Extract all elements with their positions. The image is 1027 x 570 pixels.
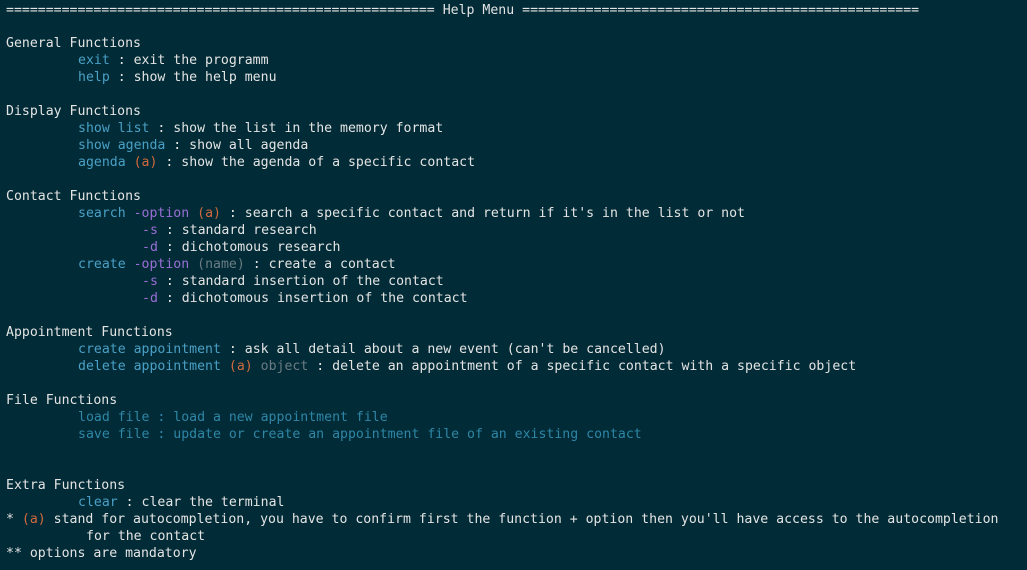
help-line-search: search -option (a) : search a specific c… [78,206,745,221]
command-agenda: agenda [78,155,126,170]
help-line-create: create -option (name) : create a contact [78,257,396,272]
description-show-list: show the list in the memory format [173,121,444,136]
help-line-search-s: -s : standard research [142,222,317,239]
description-delete-appointment: delete an appointment of a specific cont… [332,359,857,374]
description-show-agenda: show all agenda [189,138,309,153]
help-menu-header: ========================================… [6,2,919,19]
description-create: create a contact [268,257,396,272]
flag-s: -s [142,274,158,289]
terminal-window[interactable]: ========================================… [0,0,1027,570]
help-line-save-file: save file : update or create an appointm… [78,427,642,442]
name-arg: (name) [197,257,245,272]
command-help: help [78,70,110,85]
description-exit: exit the programm [133,53,269,68]
description-help: show the help menu [133,70,277,85]
command-clear: clear [78,495,118,510]
description-agenda: show the agenda of a specific contact [181,155,476,170]
header-rule-left: ========================================… [6,3,435,18]
section-title-appointment: Appointment Functions [6,325,173,340]
help-line-show-list: show list : show the list in the memory … [78,121,444,136]
help-line-show-agenda: show agenda : show all agenda [78,138,309,153]
autocomplete-arg: (a) [133,155,158,170]
description-create-d: : dichotomous insertion of the contact [157,291,468,306]
description-search-s: : standard research [157,223,317,238]
option-placeholder: -option [133,257,190,272]
command-search: search [78,206,126,221]
description-clear: clear the terminal [141,495,285,510]
help-line-help: help : show the help menu [78,70,277,85]
section-title-contact: Contact Functions [6,189,141,204]
help-line-search-d: -d : dichotomous research [142,239,341,256]
note-autocompletion-cont: for the contact [86,529,206,544]
flag-s: -s [142,223,158,238]
help-line-delete-appointment: delete appointment (a) object : delete a… [78,359,857,374]
description-create-appointment: ask all detail about a new event (can't … [244,342,666,357]
description-search-d: : dichotomous research [157,240,341,255]
autocomplete-arg: (a) [228,359,253,374]
help-line-create-appointment: create appointment : ask all detail abou… [78,342,666,357]
object-arg: object [260,359,309,374]
command-create-appointment: create appointment [78,342,221,357]
flag-d: -d [142,240,158,255]
section-title-display: Display Functions [6,104,141,119]
help-line-create-d: -d : dichotomous insertion of the contac… [142,290,468,307]
command-show-agenda: show agenda [78,138,166,153]
description-search: search a specific contact and return if … [244,206,745,221]
help-line-create-s: -s : standard insertion of the contact [142,273,444,290]
header-rule-right: ========================================… [522,3,920,18]
flag-d: -d [142,291,158,306]
description-create-s: : standard insertion of the contact [157,274,444,289]
autocomplete-arg: (a) [21,512,46,527]
command-exit: exit [78,53,110,68]
command-show-list: show list [78,121,150,136]
option-placeholder: -option [133,206,190,221]
help-line-clear: clear : clear the terminal [78,495,285,510]
command-create: create [78,257,126,272]
help-menu-title: Help Menu [442,3,515,18]
section-title-file: File Functions [6,393,118,408]
note-options-mandatory: ** options are mandatory [6,546,197,561]
note-autocompletion: * (a) stand for autocompletion, you have… [6,512,999,527]
section-title-extra: Extra Functions [6,478,126,493]
help-line-agenda: agenda (a) : show the agenda of a specif… [78,155,476,170]
help-line-load-file: load file : load a new appointment file [78,410,388,425]
help-line-exit: exit : exit the programm [78,53,269,68]
autocomplete-arg: (a) [197,206,221,221]
command-delete-appointment: delete appointment [78,359,221,374]
section-title-general: General Functions [6,36,141,51]
